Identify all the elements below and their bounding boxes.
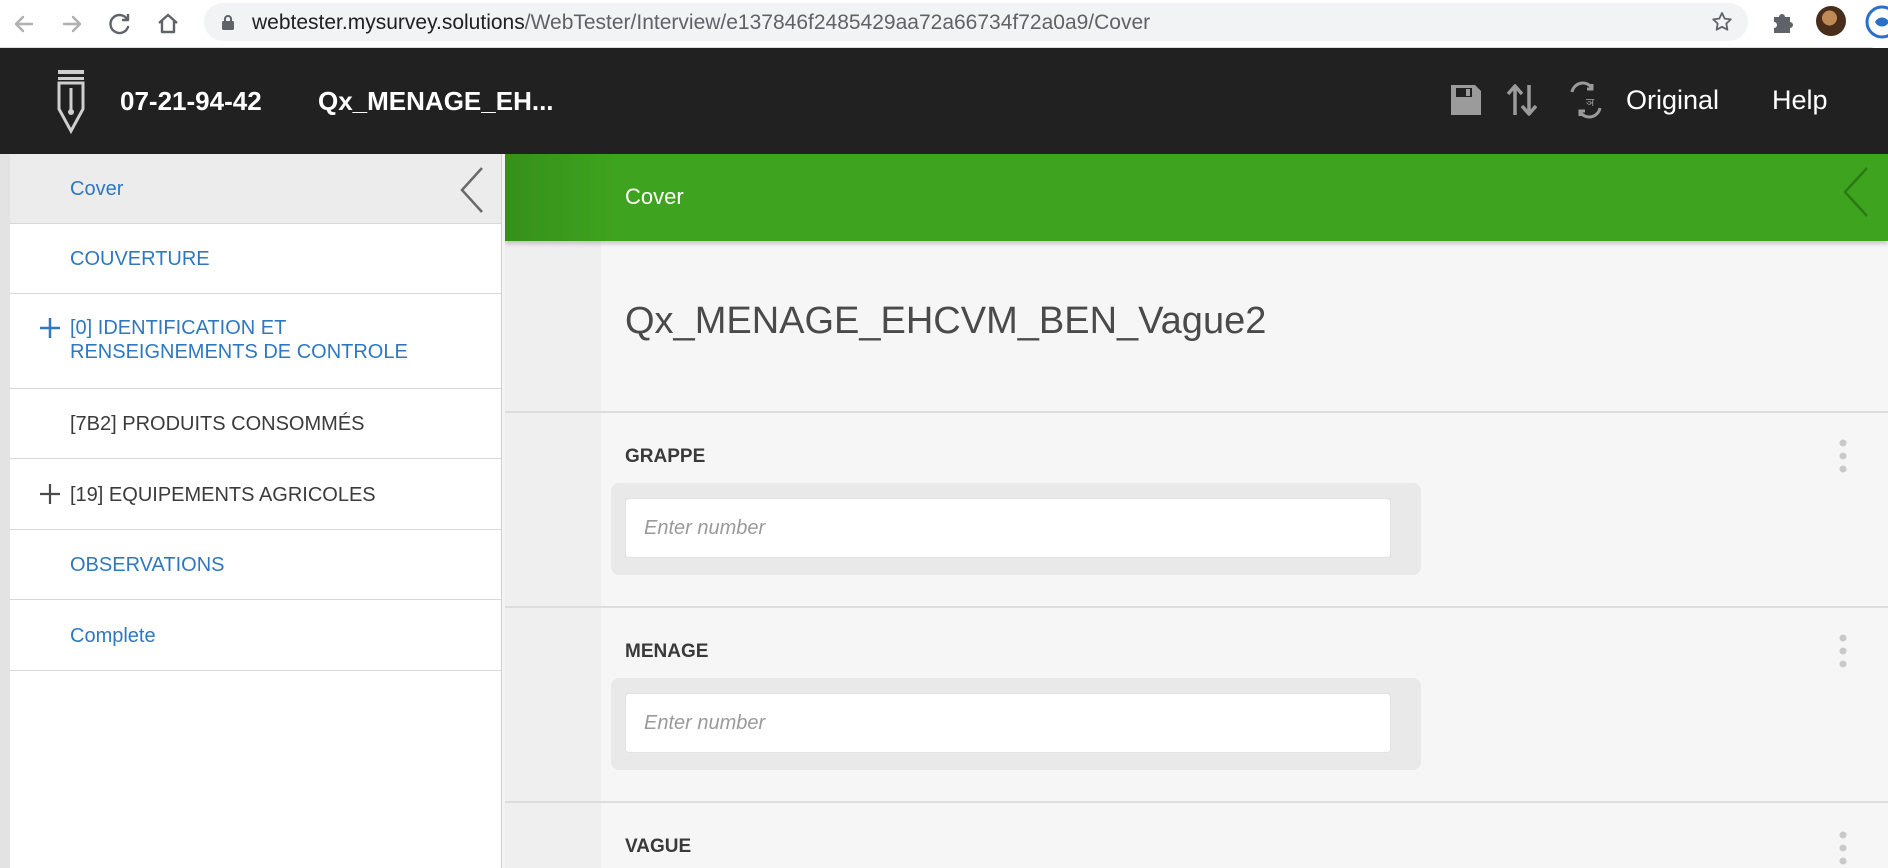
url-host: webtester.mysurvey.solutions: [252, 11, 525, 34]
app-header: 07-21-94-42 Qx_MENAGE_EH... ञ Original H…: [0, 48, 1888, 154]
question-input-container: [611, 678, 1421, 770]
section-header-shadow: [505, 154, 615, 241]
sidebar-item-equipements-agricoles[interactable]: [19] EQUIPEMENTS AGRICOLES: [10, 459, 501, 530]
section-header-bar: Cover: [505, 154, 1888, 241]
question-menu-kebab-icon[interactable]: [1837, 830, 1849, 866]
back-icon[interactable]: [10, 10, 38, 38]
sidebar-item-label-line1: [0] IDENTIFICATION ET: [70, 317, 287, 339]
bookmark-star-icon[interactable]: [1710, 10, 1734, 34]
sidebar-item-label: [7B2] PRODUITS CONSOMMÉS: [70, 413, 365, 435]
sidebar-item-observations[interactable]: OBSERVATIONS: [10, 530, 501, 600]
language-selector[interactable]: Original: [1626, 85, 1719, 116]
sidebar-item-complete[interactable]: Complete: [10, 600, 501, 671]
divider: [505, 411, 1888, 413]
sidebar-item-label-line2: RENSEIGNEMENTS DE CONTROLE: [70, 341, 408, 363]
question-menu-kebab-icon[interactable]: [1837, 633, 1849, 669]
content-margin: [505, 241, 601, 868]
extension-badge-icon[interactable]: [1858, 0, 1888, 50]
questionnaire-title: Qx_MENAGE_EHCVM_BEN_Vague2: [625, 300, 1267, 342]
interview-id: 07-21-94-42: [120, 86, 262, 116]
collapse-sidebar-chevron-icon[interactable]: [458, 166, 486, 214]
main-content: Cover Qx_MENAGE_EHCVM_BEN_Vague2 GRAPPE …: [505, 154, 1888, 868]
svg-text:ञ: ञ: [1586, 96, 1595, 109]
expand-plus-icon[interactable]: [38, 482, 62, 506]
help-link[interactable]: Help: [1772, 85, 1828, 116]
sidebar-item-cover[interactable]: Cover: [10, 154, 501, 224]
sidebar-gutter: [0, 154, 10, 868]
lock-icon: [220, 14, 236, 30]
sidebar-navigation: Cover COUVERTURE [0] IDENTIFICATION ET R…: [10, 154, 502, 868]
extensions-puzzle-icon[interactable]: [1768, 8, 1796, 36]
address-bar[interactable]: webtester.mysurvey.solutions/WebTester/I…: [204, 3, 1748, 41]
survey-solutions-logo-icon[interactable]: [56, 68, 86, 135]
sidebar-item-label: COUVERTURE: [70, 248, 210, 270]
question-label-vague: VAGUE: [625, 836, 692, 857]
sidebar-item-label: Complete: [70, 625, 156, 647]
sort-arrows-icon[interactable]: [1502, 80, 1542, 120]
browser-toolbar: webtester.mysurvey.solutions/WebTester/I…: [0, 0, 1888, 50]
grappe-number-input[interactable]: [625, 498, 1391, 558]
translate-icon[interactable]: ञ: [1566, 80, 1606, 120]
sidebar-item-couverture[interactable]: COUVERTURE: [10, 224, 501, 294]
question-menu-kebab-icon[interactable]: [1837, 438, 1849, 474]
sidebar-item-produits-consommes[interactable]: [7B2] PRODUITS CONSOMMÉS: [10, 389, 501, 459]
profile-avatar[interactable]: [1816, 6, 1846, 36]
question-input-container: [611, 483, 1421, 575]
question-label-menage: MENAGE: [625, 641, 709, 662]
url-text[interactable]: webtester.mysurvey.solutions/WebTester/I…: [252, 12, 1150, 34]
collapse-panel-chevron-icon[interactable]: [1841, 166, 1871, 218]
sidebar-item-label: [19] EQUIPEMENTS AGRICOLES: [70, 484, 376, 506]
reload-icon[interactable]: [106, 10, 134, 38]
home-icon[interactable]: [154, 10, 182, 38]
forward-icon[interactable]: [58, 10, 86, 38]
section-title: Cover: [625, 184, 684, 209]
sidebar-item-label: OBSERVATIONS: [70, 554, 225, 576]
url-path: /WebTester/Interview/e137846f2485429aa72…: [524, 11, 1151, 34]
sidebar-item-identification[interactable]: [0] IDENTIFICATION ET RENSEIGNEMENTS DE …: [10, 294, 501, 389]
questionnaire-title-short: Qx_MENAGE_EH...: [318, 86, 554, 116]
expand-plus-icon[interactable]: [38, 316, 62, 340]
menage-number-input[interactable]: [625, 693, 1391, 753]
save-icon[interactable]: [1446, 80, 1486, 120]
sidebar-item-label: Cover: [70, 178, 124, 200]
divider: [505, 801, 1888, 803]
question-label-grappe: GRAPPE: [625, 446, 706, 467]
divider: [505, 606, 1888, 608]
